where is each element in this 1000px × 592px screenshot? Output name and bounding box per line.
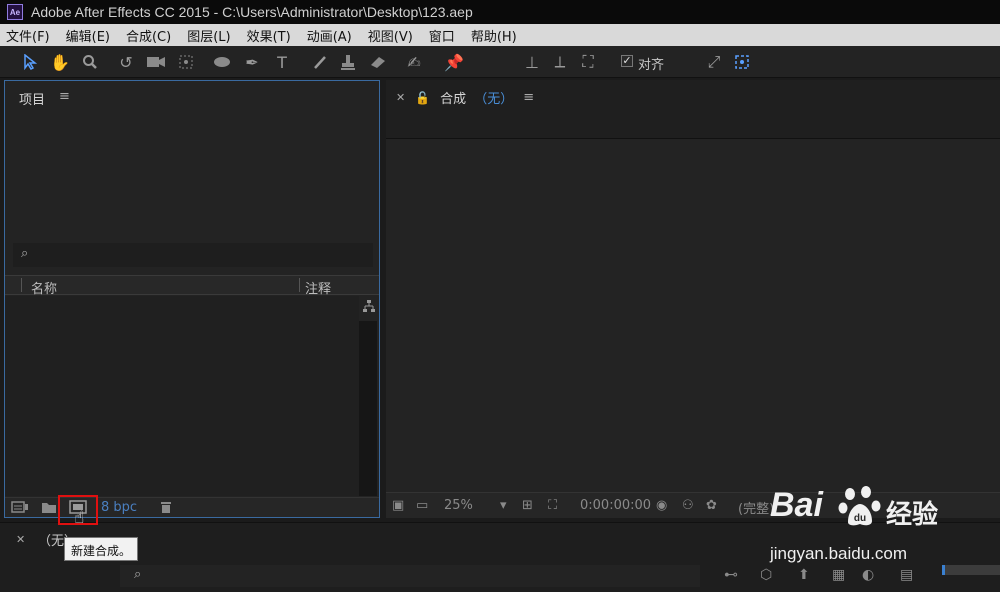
selection-icon[interactable] xyxy=(20,52,40,72)
axis-local-icon[interactable]: ⊥ xyxy=(522,52,542,72)
type-icon[interactable]: T xyxy=(272,52,292,72)
zoom-icon[interactable] xyxy=(80,52,100,72)
column-name[interactable]: 名称 xyxy=(31,278,57,297)
bit-depth-label[interactable]: 8 bpc xyxy=(101,500,137,515)
menu-window[interactable]: 窗口 xyxy=(429,26,455,45)
menu-effect[interactable]: 效果(T) xyxy=(247,26,291,45)
align-checkbox[interactable]: ✓ xyxy=(621,55,633,67)
menu-animation[interactable]: 动画(A) xyxy=(307,26,352,45)
brush-icon[interactable] xyxy=(310,52,330,72)
snap-target-icon[interactable] xyxy=(732,52,752,72)
baidu-paw-icon: du xyxy=(838,486,881,526)
trash-icon[interactable] xyxy=(159,500,173,518)
always-preview-icon[interactable]: ▣ xyxy=(392,498,404,513)
composition-viewer[interactable] xyxy=(386,139,1000,492)
current-timecode[interactable]: 0:00:00:00 xyxy=(580,498,651,513)
camera-icon[interactable] xyxy=(146,52,166,72)
project-search-input[interactable]: ⌕ xyxy=(13,243,373,267)
hand-cursor-icon: ☝ xyxy=(74,508,85,528)
puppet-pin-icon[interactable]: 📌 xyxy=(444,52,464,72)
column-divider xyxy=(299,278,300,292)
region-of-interest-icon[interactable]: ⛶ xyxy=(548,498,557,513)
eraser-icon[interactable] xyxy=(368,52,388,72)
close-icon[interactable]: ✕ xyxy=(16,533,25,546)
timeline-search-input[interactable]: ⌕ xyxy=(120,565,700,587)
axis-view-icon[interactable]: ⛶ xyxy=(578,52,598,72)
baidu-watermark: Bai du 经验 jingyan.baidu.com xyxy=(770,482,1000,572)
search-icon[interactable]: ⌕ xyxy=(134,567,141,582)
composition-panel: ✕ 🔓 合成 （无） ≡ ▣ ▭ 25% ▾ ⊞ ⛶ 0:00:00:00 ◉ … xyxy=(386,80,1000,518)
chevron-down-icon[interactable]: ▾ xyxy=(500,498,507,513)
after-effects-logo-icon: Ae xyxy=(7,4,23,20)
new-composition-tooltip: 新建合成。 xyxy=(64,537,139,561)
search-icon[interactable]: ⌕ xyxy=(21,246,28,261)
clone-stamp-icon[interactable] xyxy=(338,52,358,72)
composition-tab[interactable]: ✕ 🔓 合成 （无） ≡ xyxy=(396,88,534,107)
pan-behind-icon[interactable] xyxy=(176,52,196,72)
show-snapshot-icon[interactable]: ⚇ xyxy=(682,498,694,513)
watermark-url: jingyan.baidu.com xyxy=(770,544,908,563)
roto-brush-icon[interactable]: ✍ xyxy=(404,52,424,72)
project-panel-title[interactable]: 项目 xyxy=(19,89,45,108)
flowchart-icon[interactable] xyxy=(362,299,376,316)
display-icon[interactable]: ▭ xyxy=(416,498,428,513)
project-column-header: 名称 注释 xyxy=(5,275,379,297)
align-label: 对齐 xyxy=(638,58,665,73)
menu-layer[interactable]: 图层(L) xyxy=(187,26,230,45)
column-comment[interactable]: 注释 xyxy=(305,278,331,297)
title-safe-icon[interactable]: ⊞ xyxy=(522,498,533,513)
tools-toolbar: ✋ ↺ ✒ T ✍ 📌 ⊥ ⟂ ⛶ ✓ 对齐 ⤢ xyxy=(0,46,1000,78)
menu-help[interactable]: 帮助(H) xyxy=(471,26,517,45)
pen-icon[interactable]: ✒ xyxy=(242,52,262,72)
axis-world-icon[interactable]: ⟂ xyxy=(550,52,570,72)
lock-icon[interactable]: 🔓 xyxy=(415,91,430,105)
menu-bar: 文件(F) 编辑(E) 合成(C) 图层(L) 效果(T) 动画(A) 视图(V… xyxy=(0,24,1000,46)
hand-icon[interactable]: ✋ xyxy=(50,52,70,72)
composition-title: 合成 xyxy=(440,92,467,107)
comp-flowchart-icon[interactable]: ⊷ xyxy=(724,567,738,583)
color-channel-icon[interactable]: ✿ xyxy=(706,498,717,513)
menu-composition[interactable]: 合成(C) xyxy=(126,26,171,45)
title-bar: Ae Adobe After Effects CC 2015 - C:\User… xyxy=(0,0,1000,24)
menu-view[interactable]: 视图(V) xyxy=(368,26,413,45)
ellipse-icon[interactable] xyxy=(212,52,232,72)
composition-none-label: （无） xyxy=(474,92,514,107)
folder-icon[interactable] xyxy=(41,500,57,518)
project-panel: 项目 ≡ ⌕ 名称 注释 8 bpc xyxy=(4,80,380,518)
snapshot-icon[interactable]: ◉ xyxy=(656,498,667,513)
window-title: Adobe After Effects CC 2015 - C:\Users\A… xyxy=(31,4,473,20)
menu-file[interactable]: 文件(F) xyxy=(6,26,50,45)
watermark-jingyan: 经验 xyxy=(886,500,939,530)
project-panel-menu-icon[interactable]: ≡ xyxy=(59,89,70,104)
snap-icon[interactable]: ⤢ xyxy=(704,52,724,72)
interpret-footage-icon[interactable] xyxy=(11,500,29,518)
rotate-icon[interactable]: ↺ xyxy=(116,52,136,72)
close-icon[interactable]: ✕ xyxy=(396,91,405,104)
watermark-bai: Bai xyxy=(770,486,823,524)
menu-edit[interactable]: 编辑(E) xyxy=(66,26,110,45)
zoom-level[interactable]: 25% xyxy=(444,498,473,513)
project-scrollbar[interactable] xyxy=(359,321,377,496)
column-divider xyxy=(21,278,22,292)
resolution-dropdown[interactable]: (完整) xyxy=(738,498,774,517)
composition-panel-menu-icon[interactable]: ≡ xyxy=(523,90,534,105)
svg-text:du: du xyxy=(854,513,866,524)
project-item-list[interactable] xyxy=(5,296,359,496)
